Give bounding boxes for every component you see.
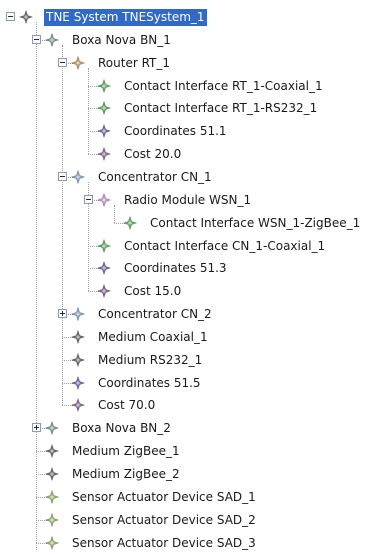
interface-diamond-icon bbox=[122, 215, 138, 231]
collapse-toggle-icon[interactable] bbox=[32, 35, 41, 44]
cost-diamond-icon bbox=[96, 283, 112, 299]
tree-row[interactable]: Sensor Actuator Device SAD_1 bbox=[0, 487, 386, 509]
tree-node-label[interactable]: Coordinates 51.5 bbox=[96, 375, 203, 392]
collapse-toggle-icon[interactable] bbox=[58, 58, 67, 67]
tree-node-label[interactable]: Concentrator CN_2 bbox=[96, 306, 214, 323]
tree-node-label[interactable]: Contact Interface CN_1-Coaxial_1 bbox=[122, 238, 327, 255]
tree-row[interactable]: Medium ZigBee_1 bbox=[0, 441, 386, 463]
tree-node-label[interactable]: Boxa Nova BN_1 bbox=[70, 32, 173, 49]
tree-node-label[interactable]: Contact Interface WSN_1-ZigBee_1 bbox=[148, 215, 362, 232]
tree-node-label[interactable]: Sensor Actuator Device SAD_3 bbox=[70, 535, 258, 552]
tree-row[interactable]: Boxa Nova BN_1 bbox=[0, 30, 386, 52]
tree-node-label[interactable]: Concentrator CN_1 bbox=[96, 169, 214, 186]
group-diamond-icon bbox=[44, 420, 60, 436]
collapse-toggle-icon[interactable] bbox=[58, 172, 67, 181]
interface-diamond-icon bbox=[96, 238, 112, 254]
tree-row[interactable]: Boxa Nova BN_2 bbox=[0, 418, 386, 440]
tree-row[interactable]: Cost 70.0 bbox=[0, 395, 386, 417]
tree-row[interactable]: Medium Coaxial_1 bbox=[0, 327, 386, 349]
tree-node-label[interactable]: Sensor Actuator Device SAD_1 bbox=[70, 489, 258, 506]
tree-node-label[interactable]: Medium ZigBee_2 bbox=[70, 466, 182, 483]
tree-node-label[interactable]: Medium RS232_1 bbox=[96, 352, 204, 369]
expand-toggle-icon[interactable] bbox=[58, 309, 67, 318]
interface-diamond-icon bbox=[96, 100, 112, 116]
tree-node-label[interactable]: Cost 20.0 bbox=[122, 146, 183, 163]
tree-row[interactable]: Concentrator CN_2 bbox=[0, 304, 386, 326]
tree-row[interactable]: Medium ZigBee_2 bbox=[0, 464, 386, 486]
collapse-toggle-icon[interactable] bbox=[84, 195, 93, 204]
model-tree: TNE System TNESystem_1 Boxa Nova BN_1 Rout… bbox=[0, 0, 386, 551]
sensor-diamond-icon bbox=[44, 512, 60, 528]
coordinates-diamond-icon bbox=[96, 260, 112, 276]
root-diamond-icon bbox=[18, 9, 34, 25]
tree-node-label[interactable]: Coordinates 51.3 bbox=[122, 260, 229, 277]
tree-row[interactable]: Sensor Actuator Device SAD_2 bbox=[0, 510, 386, 532]
medium-diamond-icon bbox=[44, 466, 60, 482]
tree-row[interactable]: Contact Interface CN_1-Coaxial_1 bbox=[0, 236, 386, 258]
tree-node-label[interactable]: Cost 70.0 bbox=[96, 397, 157, 414]
sensor-diamond-icon bbox=[44, 535, 60, 551]
tree-row[interactable]: Contact Interface WSN_1-ZigBee_1 bbox=[0, 213, 386, 235]
medium-diamond-icon bbox=[70, 329, 86, 345]
tree-row[interactable]: Contact Interface RT_1-RS232_1 bbox=[0, 98, 386, 120]
tree-row[interactable]: Cost 20.0 bbox=[0, 144, 386, 166]
tree-node-label[interactable]: Router RT_1 bbox=[96, 55, 172, 72]
tree-row[interactable]: Coordinates 51.1 bbox=[0, 121, 386, 143]
tree-row[interactable]: Cost 15.0 bbox=[0, 281, 386, 303]
tree-row[interactable]: Router RT_1 bbox=[0, 53, 386, 75]
tree-row[interactable]: Coordinates 51.5 bbox=[0, 373, 386, 395]
cost-diamond-icon bbox=[96, 146, 112, 162]
tree-node-label[interactable]: Radio Module WSN_1 bbox=[122, 192, 253, 209]
tree-row[interactable]: Contact Interface RT_1-Coaxial_1 bbox=[0, 76, 386, 98]
tree-row[interactable]: Concentrator CN_1 bbox=[0, 167, 386, 189]
medium-diamond-icon bbox=[70, 352, 86, 368]
collapse-toggle-icon[interactable] bbox=[6, 12, 15, 21]
coordinates-diamond-icon bbox=[96, 123, 112, 139]
router-diamond-icon bbox=[70, 55, 86, 71]
tree-node-label[interactable]: Cost 15.0 bbox=[122, 283, 183, 300]
tree-node-label[interactable]: Contact Interface RT_1-RS232_1 bbox=[122, 100, 319, 117]
interface-diamond-icon bbox=[96, 78, 112, 94]
tree-node-label[interactable]: Medium ZigBee_1 bbox=[70, 443, 182, 460]
sensor-diamond-icon bbox=[44, 489, 60, 505]
concentrator-diamond-icon bbox=[70, 306, 86, 322]
tree-row[interactable]: Sensor Actuator Device SAD_3 bbox=[0, 533, 386, 555]
tree-node-label[interactable]: Sensor Actuator Device SAD_2 bbox=[70, 512, 258, 529]
concentrator-diamond-icon bbox=[70, 169, 86, 185]
medium-diamond-icon bbox=[44, 443, 60, 459]
tree-node-label[interactable]: Boxa Nova BN_2 bbox=[70, 420, 173, 437]
radio-diamond-icon bbox=[96, 192, 112, 208]
tree-row[interactable]: TNE System TNESystem_1 bbox=[0, 7, 386, 29]
tree-node-label[interactable]: Medium Coaxial_1 bbox=[96, 329, 210, 346]
tree-row[interactable]: Radio Module WSN_1 bbox=[0, 190, 386, 212]
group-diamond-icon bbox=[44, 32, 60, 48]
tree-node-label[interactable]: Coordinates 51.1 bbox=[122, 123, 229, 140]
coordinates-diamond-icon bbox=[70, 375, 86, 391]
tree-row[interactable]: Medium RS232_1 bbox=[0, 350, 386, 372]
tree-node-label[interactable]: Contact Interface RT_1-Coaxial_1 bbox=[122, 78, 325, 95]
tree-row[interactable]: Coordinates 51.3 bbox=[0, 258, 386, 280]
tree-node-label[interactable]: TNE System TNESystem_1 bbox=[44, 9, 207, 26]
cost-diamond-icon bbox=[70, 397, 86, 413]
expand-toggle-icon[interactable] bbox=[32, 423, 41, 432]
